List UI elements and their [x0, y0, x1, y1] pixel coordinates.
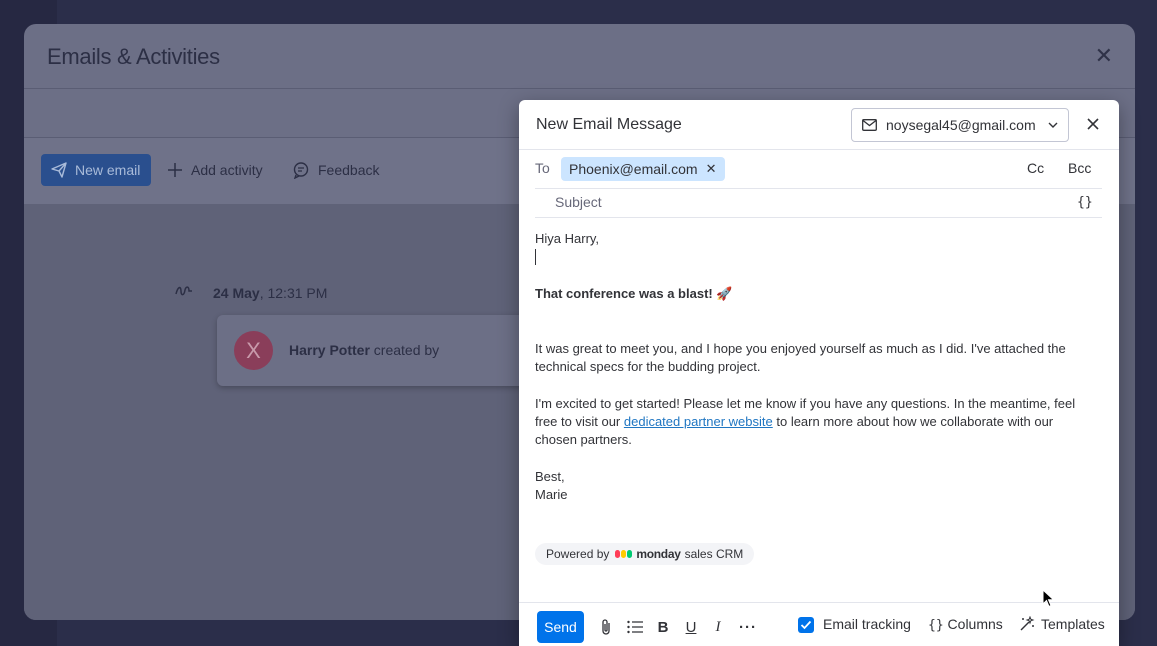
mail-icon [862, 119, 877, 131]
divider [24, 88, 1135, 89]
timeline-date-day: 24 May [213, 285, 260, 301]
divider [535, 188, 1102, 189]
variables-button[interactable]: {} [1077, 195, 1093, 210]
plus-icon [168, 163, 182, 177]
powered-by-badge[interactable]: Powered by monday sales CRM [535, 543, 755, 565]
body-paragraph-2[interactable]: I'm excited to get started! Please let m… [535, 395, 1095, 450]
email-composer: New Email Message noysegal45@gmail.com T… [519, 100, 1119, 646]
body-signature[interactable]: Marie [535, 486, 1095, 504]
body-headline[interactable]: That conference was a blast! 🚀 [535, 285, 1095, 303]
activity-action: created by [369, 342, 440, 358]
divider [519, 149, 1119, 150]
body-greeting[interactable]: Hiya Harry, [535, 230, 1095, 248]
templates-button[interactable]: Templates [1019, 616, 1105, 632]
monday-logo-icon [615, 550, 633, 558]
recipient-chip[interactable]: Phoenix@email.com ✕ [561, 157, 725, 181]
modal-close-icon[interactable]: ✕ [1095, 45, 1113, 67]
columns-label: Columns [947, 616, 1003, 632]
timeline-date-time: , 12:31 PM [259, 285, 328, 301]
columns-button[interactable]: {} Columns [928, 616, 1003, 633]
send-button[interactable]: Send [537, 611, 584, 643]
from-account-value: noysegal45@gmail.com [886, 117, 1036, 133]
feedback-bubble-icon [293, 162, 309, 179]
to-label: To [535, 160, 550, 176]
add-activity-button[interactable]: Add activity [167, 154, 263, 186]
columns-braces-icon: {} [928, 618, 944, 633]
composer-title: New Email Message [536, 116, 682, 133]
powered-by-prefix: Powered by [546, 547, 610, 561]
powered-by-brand: monday [636, 547, 681, 561]
powered-by-suffix: sales CRM [684, 547, 744, 561]
magic-wand-icon [1020, 616, 1035, 631]
rocket-emoji: 🚀 [716, 286, 733, 301]
activity-card-text: Harry Potter created by [289, 342, 439, 358]
bullet-list-icon[interactable] [625, 617, 645, 637]
close-icon[interactable] [1086, 115, 1100, 135]
send-plane-icon [51, 162, 67, 178]
text-caret [535, 249, 536, 265]
email-tracking-label[interactable]: Email tracking [823, 616, 911, 632]
feedback-button[interactable]: Feedback [292, 154, 379, 186]
bcc-button[interactable]: Bcc [1068, 160, 1091, 176]
templates-label: Templates [1041, 616, 1105, 632]
more-options-icon[interactable]: ··· [738, 617, 758, 637]
divider [519, 602, 1119, 603]
bold-icon[interactable]: B [653, 617, 673, 637]
body-headline-text: That conference was a blast! [535, 286, 713, 301]
activity-author: Harry Potter [289, 342, 370, 358]
new-email-button[interactable]: New email [41, 154, 151, 186]
remove-recipient-icon[interactable]: ✕ [706, 161, 717, 177]
add-activity-label: Add activity [191, 162, 263, 178]
email-tracking-checkbox[interactable] [798, 617, 814, 633]
timeline-date: 24 May, 12:31 PM [213, 285, 327, 301]
cc-button[interactable]: Cc [1027, 160, 1044, 176]
chevron-down-icon [1048, 122, 1058, 128]
italic-icon[interactable]: I [708, 617, 728, 637]
created-activity-icon [175, 285, 199, 299]
subject-input[interactable]: Subject [555, 194, 602, 210]
underline-icon[interactable]: U [681, 617, 701, 637]
body-paragraph-1[interactable]: It was great to meet you, and I hope you… [535, 340, 1095, 376]
new-email-label: New email [75, 162, 141, 178]
attach-icon[interactable] [596, 617, 616, 637]
mouse-pointer-icon [1042, 589, 1055, 608]
divider [535, 217, 1102, 218]
from-account-select[interactable]: noysegal45@gmail.com [851, 108, 1069, 142]
avatar: X [234, 331, 273, 370]
activity-card[interactable]: X Harry Potter created by [217, 315, 537, 386]
feedback-label: Feedback [318, 162, 380, 178]
partner-website-link[interactable]: dedicated partner website [624, 414, 773, 429]
recipient-email: Phoenix@email.com [569, 161, 698, 177]
modal-title: Emails & Activities [47, 44, 220, 69]
body-signoff[interactable]: Best, [535, 468, 1095, 486]
